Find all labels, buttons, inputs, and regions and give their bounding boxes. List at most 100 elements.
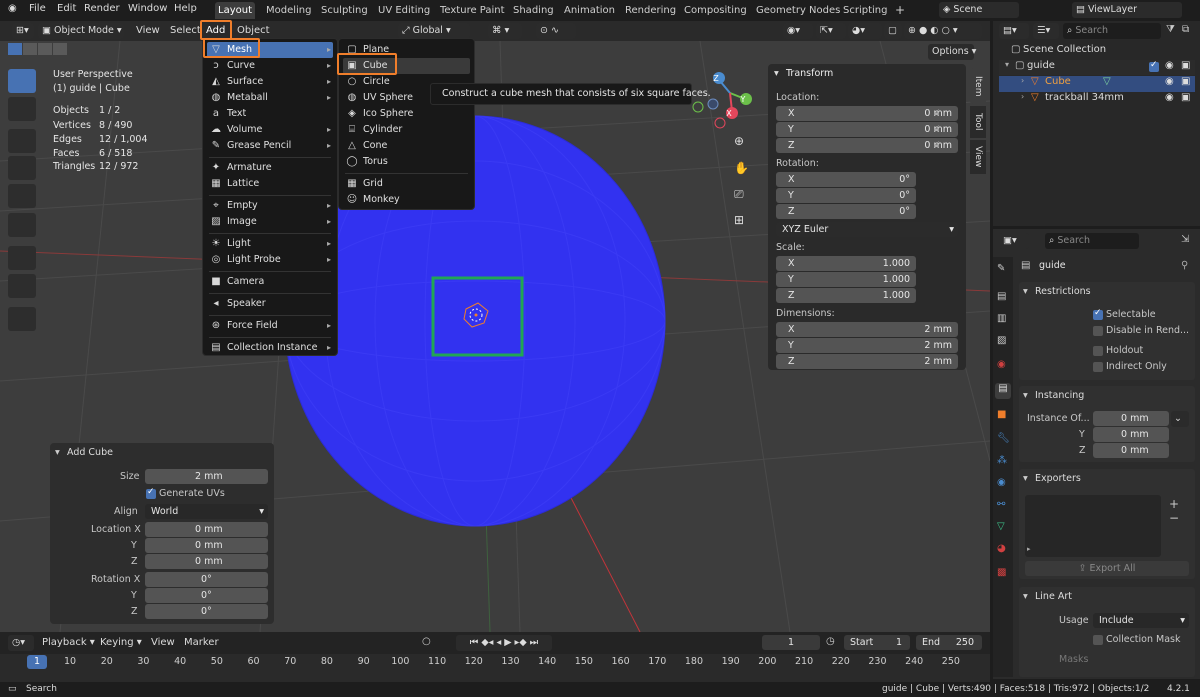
- end-frame-field[interactable]: End 250: [916, 635, 982, 650]
- rotate-tool-icon[interactable]: [8, 156, 36, 180]
- zoom-icon[interactable]: ⊕: [734, 134, 754, 154]
- scale-x-field[interactable]: X 1.000: [776, 256, 916, 271]
- chevron-down-icon[interactable]: ▾: [1023, 591, 1028, 602]
- disable-render-checkbox[interactable]: [1093, 326, 1103, 336]
- rotation-x-field[interactable]: 0°: [145, 572, 268, 587]
- menu-object[interactable]: Object: [237, 25, 270, 36]
- instance-offset-z-field[interactable]: 0 mm: [1093, 443, 1169, 458]
- menu-item-collection-instance[interactable]: ▤ Collection Instance ▸: [207, 340, 333, 356]
- instance-offset-y-field[interactable]: 0 mm: [1093, 427, 1169, 442]
- current-frame-field[interactable]: 1: [762, 635, 820, 650]
- outliner-row[interactable]: ▢ Scene Collection: [999, 44, 1195, 59]
- lock-icon[interactable]: 🔓︎: [934, 140, 940, 150]
- xray-icon[interactable]: ▢: [884, 23, 902, 39]
- transform-orientation[interactable]: ⤢ Global ▾: [398, 23, 470, 39]
- menu-item-surface[interactable]: ◭ Surface ▸: [207, 74, 333, 90]
- transform-tool-icon[interactable]: [8, 213, 36, 237]
- menu-item-light[interactable]: ☀ Light ▸: [207, 236, 333, 252]
- menu-item-camera[interactable]: ■ Camera: [207, 274, 333, 290]
- perspective-grid-icon[interactable]: ⊞: [734, 213, 754, 233]
- location-y-field[interactable]: Y0 mm: [776, 122, 958, 137]
- chevron-down-icon[interactable]: ▾: [1023, 390, 1028, 401]
- generate-uvs-checkbox[interactable]: [146, 487, 156, 499]
- tab-layout[interactable]: Layout: [215, 2, 255, 19]
- menu-item-grid[interactable]: ▦ Grid: [343, 176, 470, 192]
- exclude-checkbox[interactable]: [1149, 60, 1159, 72]
- camera-icon[interactable]: ▣: [1181, 60, 1190, 71]
- menu-render[interactable]: Render: [84, 3, 120, 14]
- object-tab-icon[interactable]: ■: [997, 409, 1006, 420]
- outliner-row[interactable]: ▾ ▢ guide ◉ ▣: [999, 60, 1195, 75]
- output-tab-icon[interactable]: ▥: [997, 313, 1006, 324]
- tab-sculpting[interactable]: Sculpting: [318, 2, 371, 19]
- snap-icon[interactable]: ⌘ ▾: [488, 23, 522, 39]
- filter-display-icon[interactable]: ☰▾: [1033, 23, 1059, 39]
- timeline-editor-type-icon[interactable]: ◷▾: [8, 635, 34, 651]
- rotation-y-field[interactable]: Y 0°: [776, 188, 916, 203]
- lock-icon[interactable]: 🔓︎: [934, 124, 940, 134]
- tab-uv-editing[interactable]: UV Editing: [375, 2, 433, 19]
- select-mode-icons[interactable]: [8, 43, 78, 57]
- pan-hand-icon[interactable]: ✋: [734, 161, 754, 181]
- menu-item-volume[interactable]: ☁ Volume ▸: [207, 122, 333, 138]
- expand-icon[interactable]: ▸: [1027, 545, 1031, 553]
- tab-compositing[interactable]: Compositing: [681, 2, 750, 19]
- properties-editor-type-icon[interactable]: ▣▾: [999, 233, 1029, 249]
- clock-icon[interactable]: ◷: [826, 636, 835, 647]
- camera-view-icon[interactable]: ⎚: [734, 187, 754, 207]
- collection-mask-checkbox[interactable]: [1093, 635, 1103, 645]
- move-tool-icon[interactable]: [8, 129, 36, 153]
- gizmo-icon[interactable]: ⇱▾: [816, 23, 846, 39]
- scale-tool-icon[interactable]: [8, 184, 36, 208]
- texture-tab-icon[interactable]: ▩: [997, 567, 1006, 578]
- transform-collapse-icon[interactable]: ▾: [774, 68, 779, 79]
- eye-icon[interactable]: ◉: [1165, 76, 1174, 87]
- menu-select[interactable]: Select: [170, 25, 201, 36]
- keying-menu[interactable]: Keying ▾: [100, 637, 142, 648]
- lock-icon[interactable]: 🔓︎: [934, 108, 940, 118]
- location-x-field[interactable]: X0 mm: [776, 106, 958, 121]
- measure-tool-icon[interactable]: [8, 274, 36, 298]
- properties-search[interactable]: ⌕ Search: [1045, 233, 1139, 249]
- marker-menu[interactable]: Marker: [184, 637, 219, 648]
- tool-tab-icon[interactable]: ✎: [997, 263, 1005, 274]
- dimensions-z-field[interactable]: Z2 mm: [776, 354, 958, 369]
- location-z-field[interactable]: Z0 mm: [776, 138, 958, 153]
- tab-rendering[interactable]: Rendering: [622, 2, 679, 19]
- constraints-tab-icon[interactable]: ⚯: [997, 499, 1005, 510]
- menu-item-metaball[interactable]: ◍ Metaball ▸: [207, 90, 333, 106]
- tab-geometry-nodes[interactable]: Geometry Nodes: [753, 2, 843, 19]
- eye-icon[interactable]: ◉: [1165, 60, 1174, 71]
- collection-tab-icon[interactable]: ▤: [995, 383, 1011, 399]
- start-frame-field[interactable]: Start 1: [844, 635, 910, 650]
- tab-modeling[interactable]: Modeling: [263, 2, 315, 19]
- outliner-search[interactable]: ⌕ Search: [1063, 23, 1161, 39]
- menu-item-armature[interactable]: ✦ Armature: [207, 160, 333, 176]
- size-field[interactable]: 2 mm: [145, 469, 268, 484]
- rotation-z-field[interactable]: 0°: [145, 604, 268, 619]
- location-z-field[interactable]: 0 mm: [145, 554, 268, 569]
- data-tab-icon[interactable]: ▽: [997, 521, 1005, 532]
- scene-tab-icon[interactable]: ◉: [997, 359, 1006, 370]
- tab-item[interactable]: Item: [970, 68, 986, 104]
- view-layer-selector[interactable]: ▤ ViewLayer: [1072, 2, 1182, 18]
- rotation-mode-select[interactable]: XYZ Euler ▾: [776, 222, 958, 237]
- annotate-tool-icon[interactable]: [8, 246, 36, 270]
- panel-collapse-icon[interactable]: ▾: [55, 447, 60, 458]
- filter-icon[interactable]: ⧩: [1166, 24, 1175, 35]
- view-layer-tab-icon[interactable]: ▨: [997, 335, 1006, 346]
- menu-item-monkey[interactable]: ☺ Monkey: [343, 192, 470, 208]
- overlays-icon[interactable]: ◕▾: [848, 23, 882, 39]
- scale-z-field[interactable]: Z 1.000: [776, 288, 916, 303]
- align-select[interactable]: World ▾: [145, 504, 268, 519]
- menu-item-curve[interactable]: ↄ Curve ▸: [207, 58, 333, 74]
- location-x-field[interactable]: 0 mm: [145, 522, 268, 537]
- record-icon[interactable]: ○: [422, 636, 431, 647]
- outliner-row-selected[interactable]: › ▽ Cube ▽ ◉ ▣: [999, 76, 1195, 92]
- pin-icon[interactable]: ⚲: [1181, 260, 1188, 271]
- menu-file[interactable]: File: [29, 3, 46, 14]
- playback-controls[interactable]: ⏮ ◆◂ ◂ ▶ ▸◆ ⏭: [456, 635, 552, 651]
- menu-edit[interactable]: Edit: [57, 3, 76, 14]
- menu-item-cone[interactable]: △ Cone: [343, 138, 470, 154]
- select-box-tool-icon[interactable]: [8, 69, 36, 93]
